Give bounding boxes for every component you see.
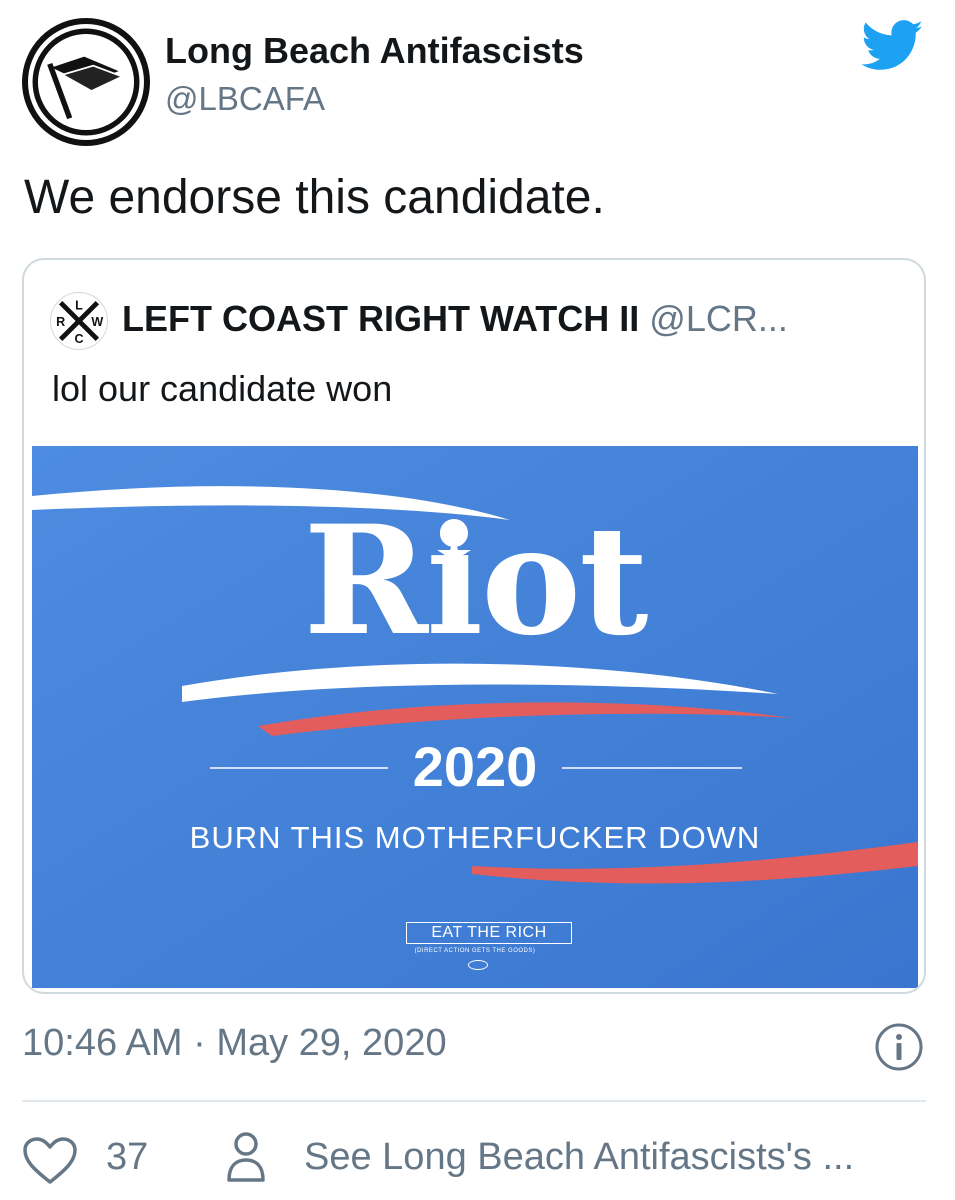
poster-headline: Riot: [303, 493, 649, 669]
avatar-letter-top: L: [75, 298, 83, 312]
poster-box-text: EAT THE RICH: [406, 922, 572, 944]
quoted-tweet-image[interactable]: Riot 2020 BURN THIS MOTHERFUCKER DOWN EA…: [32, 446, 918, 988]
antifa-flag-avatar: [31, 27, 141, 137]
author-handle[interactable]: @LBCAFA: [165, 80, 325, 118]
quoted-author-name: LEFT COAST RIGHT WATCH II: [122, 298, 640, 339]
author-avatar[interactable]: [22, 18, 150, 146]
tweet-actions: 37 See Long Beach Antifascists's ...: [0, 1120, 955, 1190]
poster-small-logo: [468, 960, 488, 970]
avatar-letter-right: W: [91, 315, 103, 329]
quoted-author-handle: @LCR...: [649, 298, 788, 339]
lcrw-avatar[interactable]: L R W C: [50, 292, 108, 350]
person-icon[interactable]: [226, 1130, 266, 1184]
see-profile-link[interactable]: See Long Beach Antifascists's ...: [304, 1136, 854, 1179]
divider: [22, 1100, 926, 1102]
lcrw-logo-icon: L R W C: [56, 298, 103, 346]
tweet-text: We endorse this candidate.: [24, 171, 605, 224]
quoted-tweet-card[interactable]: L R W C LEFT COAST RIGHT WATCH II @LCR...…: [22, 258, 926, 994]
tweet-timestamp[interactable]: 10:46 AM · May 29, 2020: [22, 1022, 447, 1065]
heart-icon[interactable]: [22, 1136, 78, 1186]
avatar-letter-left: R: [56, 315, 65, 329]
quoted-tweet-text: lol our candidate won: [52, 368, 393, 409]
poster-slogan: BURN THIS MOTHERFUCKER DOWN: [189, 820, 761, 855]
author-name[interactable]: Long Beach Antifascists: [165, 30, 584, 72]
avatar-letter-bottom: C: [74, 332, 83, 346]
poster-year: 2020: [412, 735, 538, 798]
info-icon[interactable]: [874, 1022, 924, 1072]
like-count: 37: [106, 1136, 149, 1178]
quoted-author[interactable]: LEFT COAST RIGHT WATCH II @LCR...: [122, 298, 788, 340]
poster-sub-text: (DIRECT ACTION GETS THE GOODS): [414, 948, 536, 954]
twitter-bird-icon[interactable]: [862, 20, 924, 72]
